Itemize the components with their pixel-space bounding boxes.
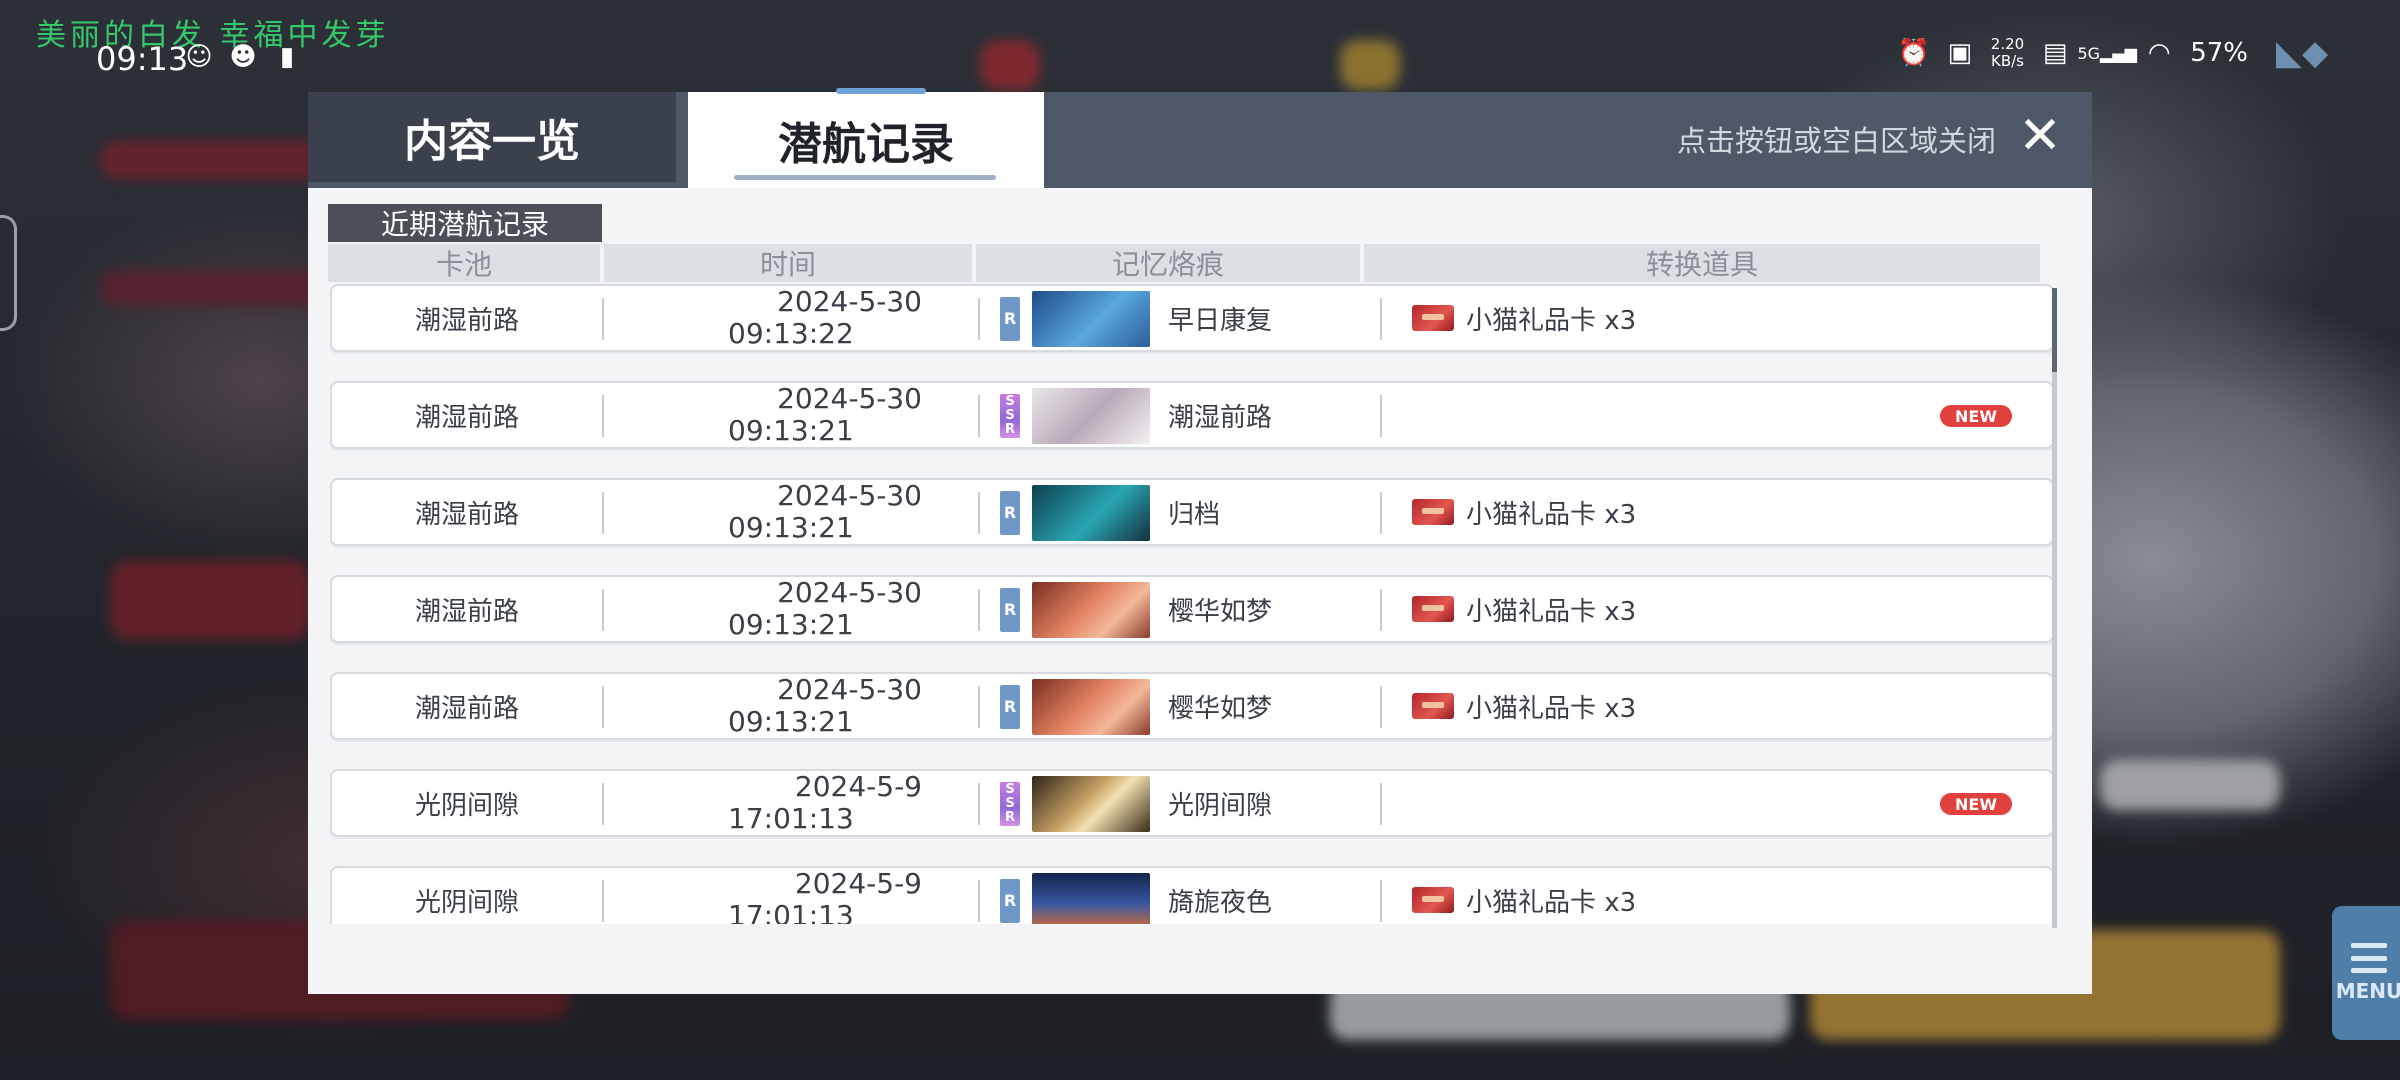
wifi-icon: ◠ xyxy=(2147,38,2171,68)
row-time: 2024-5-30 09:13:22 xyxy=(728,285,922,350)
fish-battery-icon: ◣◆ xyxy=(2275,33,2329,73)
network-speed: 2.20 KB/s xyxy=(1990,35,2025,70)
row-pool: 潮湿前路 xyxy=(414,596,519,627)
menu-label: MENU xyxy=(2335,979,2400,1003)
memory-thumbnail xyxy=(1032,485,1150,541)
new-badge: NEW xyxy=(1940,793,2012,815)
row-pool: 潮湿前路 xyxy=(414,402,519,433)
memory-thumbnail xyxy=(1032,776,1150,832)
row-time: 2024-5-30 09:13:21 xyxy=(728,382,922,447)
mobile-signal-icon: 5G ▂▄▆ xyxy=(2077,43,2137,63)
table-row: 光阴间隙 2024-5-9 17:01:13 R 旖旎夜色 小猫礼品卡 x3 xyxy=(330,866,2054,924)
rarity-badge: R xyxy=(1000,685,1020,729)
rarity-badge: SSR xyxy=(1000,782,1020,826)
status-left-icons: ☺ ☻ ▮ xyxy=(184,42,302,72)
column-header-memory: 记忆烙痕 xyxy=(976,244,1360,282)
row-item: 小猫礼品卡 x3 xyxy=(1398,577,2038,641)
tab-dive-record-label: 潜航记录 xyxy=(778,119,954,170)
row-memory: 光阴间隙 xyxy=(1168,790,1273,821)
row-memory: 旖旎夜色 xyxy=(1168,887,1273,918)
column-header-item: 转换道具 xyxy=(1364,244,2040,282)
table-row: 潮湿前路 2024-5-30 09:13:22 R 早日康复 小猫礼品卡 x3 xyxy=(330,284,2054,352)
close-icon[interactable]: ✕ xyxy=(2014,110,2066,162)
row-time: 2024-5-9 17:01:13 xyxy=(728,770,922,835)
row-item: 小猫礼品卡 x3 xyxy=(1398,480,2038,544)
scrollbar-thumb[interactable] xyxy=(2052,288,2057,372)
memory-thumbnail xyxy=(1032,582,1150,638)
row-pool: 光阴间隙 xyxy=(414,790,519,821)
column-header-pool: 卡池 xyxy=(328,244,600,282)
close-hint: 点击按钮或空白区域关闭 xyxy=(1676,124,1996,158)
row-item: 小猫礼品卡 x3 xyxy=(1398,674,2038,738)
rarity-badge: SSR xyxy=(1000,394,1020,438)
alarm-icon: ⏰ xyxy=(1897,38,1930,68)
panel-body: 近期潜航记录 卡池 时间 记忆烙痕 转换道具 潮湿前路 2024-5-30 09… xyxy=(308,188,2092,994)
gift-card-icon xyxy=(1412,596,1454,622)
rarity-badge: R xyxy=(1000,588,1020,632)
column-header-time: 时间 xyxy=(604,244,972,282)
gift-card-icon xyxy=(1412,499,1454,525)
rarity-badge: R xyxy=(1000,491,1020,535)
rarity-badge: R xyxy=(1000,879,1020,923)
memory-thumbnail xyxy=(1032,679,1150,735)
row-memory: 樱华如梦 xyxy=(1168,596,1273,627)
row-pool: 潮湿前路 xyxy=(414,305,519,336)
row-pool: 光阴间隙 xyxy=(414,887,519,918)
storage-icon: ▮ xyxy=(279,42,295,72)
row-memory: 归档 xyxy=(1168,499,1221,530)
battery-percent: 57% xyxy=(2190,38,2248,68)
left-edge-handle xyxy=(0,215,17,331)
table-row: 潮湿前路 2024-5-30 09:13:21 SSR 潮湿前路 NEW xyxy=(330,381,2054,449)
table-row: 潮湿前路 2024-5-30 09:13:21 R 樱华如梦 小猫礼品卡 x3 xyxy=(330,672,2054,740)
rarity-badge: R xyxy=(1000,297,1020,341)
status-bar: 美丽的白发 幸福中发芽 09:13 ☺ ☻ ▮ ⏰ ▣ 2.20 KB/s ▤ … xyxy=(0,0,2400,100)
nfc-icon: ▤ xyxy=(2042,38,2068,68)
row-memory: 潮湿前路 xyxy=(1168,402,1273,433)
memory-thumbnail xyxy=(1032,388,1150,444)
cat-notification-icon: ☻ xyxy=(229,42,257,72)
tab-active-indicator-top xyxy=(836,88,926,94)
section-title: 近期潜航记录 xyxy=(328,204,602,242)
gift-card-icon xyxy=(1412,305,1454,331)
menu-icon xyxy=(2351,943,2387,973)
table-row: 光阴间隙 2024-5-9 17:01:13 SSR 光阴间隙 NEW xyxy=(330,769,2054,837)
status-clock: 09:13 xyxy=(96,40,189,78)
app-notification-icon: ☺ xyxy=(185,42,213,72)
memory-thumbnail xyxy=(1032,873,1150,924)
row-time: 2024-5-30 09:13:21 xyxy=(728,479,922,544)
table-row: 潮湿前路 2024-5-30 09:13:21 R 樱华如梦 小猫礼品卡 x3 xyxy=(330,575,2054,643)
gift-card-icon xyxy=(1412,887,1454,913)
panel-header: 内容一览 潜航记录 点击按钮或空白区域关闭 ✕ xyxy=(308,88,2092,188)
row-memory: 樱华如梦 xyxy=(1168,693,1273,724)
gacha-record-panel: 内容一览 潜航记录 点击按钮或空白区域关闭 ✕ 近期潜航记录 卡池 时间 记忆烙… xyxy=(308,88,2092,994)
row-pool: 潮湿前路 xyxy=(414,693,519,724)
row-pool: 潮湿前路 xyxy=(414,499,519,530)
contact-icon: ▣ xyxy=(1947,38,1973,68)
row-memory: 早日康复 xyxy=(1168,305,1273,336)
row-item: 小猫礼品卡 x3 xyxy=(1398,286,2038,350)
new-badge: NEW xyxy=(1940,405,2012,427)
tab-content-overview[interactable]: 内容一览 xyxy=(308,92,676,182)
row-item: 小猫礼品卡 x3 xyxy=(1398,868,2038,924)
table-header: 卡池 时间 记忆烙痕 转换道具 xyxy=(328,244,2050,282)
row-time: 2024-5-30 09:13:21 xyxy=(728,673,922,738)
tab-active-underline xyxy=(734,175,996,180)
row-time: 2024-5-9 17:01:13 xyxy=(728,867,922,925)
row-time: 2024-5-30 09:13:21 xyxy=(728,576,922,641)
tab-dive-record[interactable]: 潜航记录 xyxy=(688,88,1044,188)
gift-card-icon xyxy=(1412,693,1454,719)
scrollbar-track[interactable] xyxy=(2052,288,2057,928)
memory-thumbnail xyxy=(1032,291,1150,347)
table-row: 潮湿前路 2024-5-30 09:13:21 R 归档 小猫礼品卡 x3 xyxy=(330,478,2054,546)
menu-button[interactable]: MENU xyxy=(2332,906,2400,1040)
record-list[interactable]: 潮湿前路 2024-5-30 09:13:22 R 早日康复 小猫礼品卡 x3 … xyxy=(328,284,2058,924)
status-right-icons: ⏰ ▣ 2.20 KB/s ▤ 5G ▂▄▆ ◠ 57% ◣◆ xyxy=(1897,33,2340,73)
